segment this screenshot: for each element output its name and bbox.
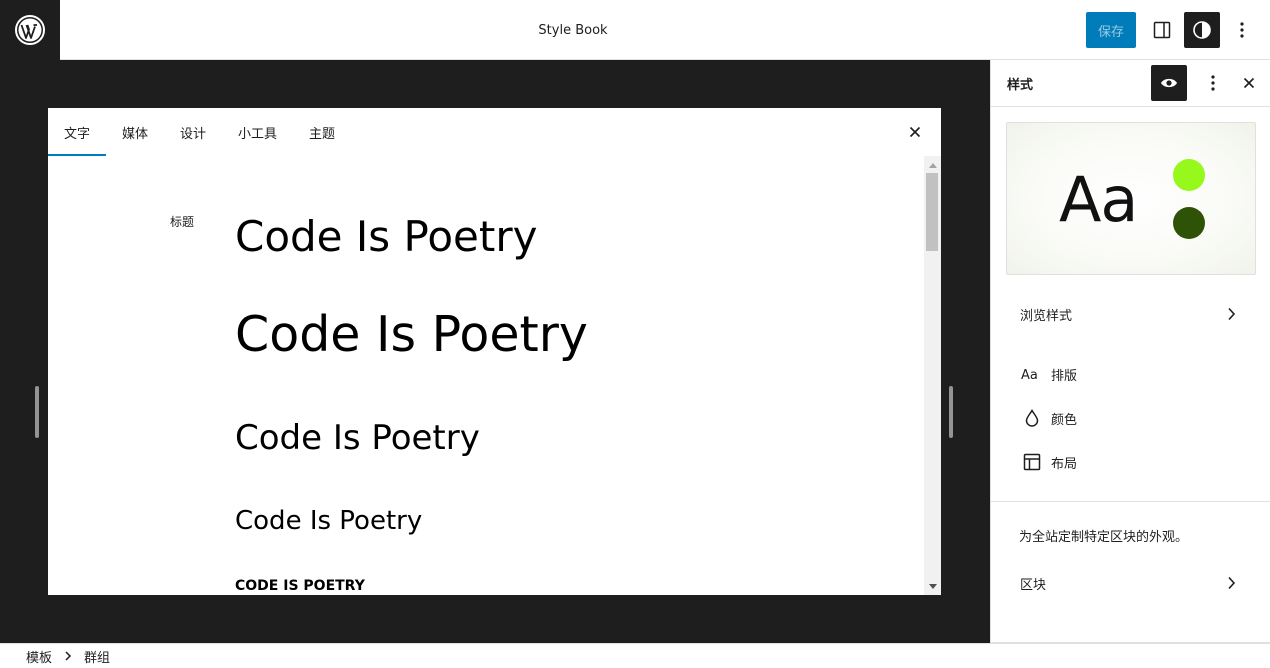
blocks-description: 为全站定制特定区块的外观。 xyxy=(1019,530,1189,545)
menu-item-label: 排版 xyxy=(1051,368,1078,384)
svg-text:Aa: Aa xyxy=(1021,368,1038,382)
resize-handle-right[interactable] xyxy=(949,386,953,438)
menu-item-typography[interactable]: Aa 排版 xyxy=(991,356,1270,392)
styles-sidebar: 样式 Aa 浏览样式 Aa 排版 颜色 布局 为全站定制特定区块的外观。 区块 xyxy=(990,60,1270,643)
style-book-panel: 文字 媒体 设计 小工具 主题 标题 Code Is Poetry Code I… xyxy=(48,108,941,595)
heading-sample-h2[interactable]: Code Is Poetry xyxy=(235,306,588,363)
blocks-button[interactable]: 区块 xyxy=(991,563,1270,603)
heading-sample-h5[interactable]: CODE IS POETRY xyxy=(235,578,365,594)
menu-item-layout[interactable]: 布局 xyxy=(991,444,1270,480)
heading-sample-h3[interactable]: Code Is Poetry xyxy=(235,418,480,458)
preview-color-swatch xyxy=(1173,159,1205,191)
tab-design[interactable]: 设计 xyxy=(180,108,206,156)
browse-styles-label: 浏览样式 xyxy=(1020,308,1073,324)
style-preview[interactable]: Aa xyxy=(1006,122,1256,275)
tab-text[interactable]: 文字 xyxy=(48,108,107,156)
layout-icon xyxy=(1021,452,1043,472)
tab-media[interactable]: 媒体 xyxy=(122,108,148,156)
chevron-right-icon xyxy=(1228,307,1236,321)
heading-sample-h4[interactable]: Code Is Poetry xyxy=(235,506,422,536)
more-vertical-icon[interactable] xyxy=(1197,67,1229,99)
breadcrumb-item-template[interactable]: 模板 xyxy=(26,644,52,668)
typography-aa-icon: Aa xyxy=(1021,364,1043,384)
style-book-content: 标题 Code Is Poetry Code Is Poetry Code Is… xyxy=(48,156,924,595)
top-toolbar: Style Book 保存 xyxy=(0,0,1270,60)
chevron-right-icon xyxy=(1228,576,1236,590)
preview-color-swatch xyxy=(1173,207,1205,239)
sidebar-header: 样式 xyxy=(991,60,1270,107)
scrollbar-thumb[interactable] xyxy=(926,173,938,251)
eye-icon[interactable] xyxy=(1151,65,1187,101)
scroll-down-icon[interactable] xyxy=(929,584,937,589)
heading-sample-h1[interactable]: Code Is Poetry xyxy=(235,212,537,261)
sidebar-toggle-icon[interactable] xyxy=(1144,12,1180,48)
save-button[interactable]: 保存 xyxy=(1086,12,1136,48)
breadcrumb: 模板 群组 xyxy=(0,643,1270,668)
blocks-label: 区块 xyxy=(1020,577,1047,593)
styles-half-circle-icon[interactable] xyxy=(1184,12,1220,48)
resize-handle-left[interactable] xyxy=(35,386,39,438)
divider xyxy=(991,501,1270,502)
menu-item-label: 布局 xyxy=(1051,456,1078,472)
droplet-icon xyxy=(1021,408,1043,428)
scroll-up-icon[interactable] xyxy=(929,163,937,168)
preview-sample-text: Aa xyxy=(1059,163,1138,236)
menu-item-label: 颜色 xyxy=(1051,412,1078,428)
style-book-tabs: 文字 媒体 设计 小工具 主题 xyxy=(48,108,941,156)
scrollbar[interactable] xyxy=(924,156,941,595)
sidebar-title: 样式 xyxy=(1007,78,1034,93)
breadcrumb-item-group[interactable]: 群组 xyxy=(84,644,110,668)
tab-widgets[interactable]: 小工具 xyxy=(238,108,277,156)
close-icon[interactable] xyxy=(1233,67,1265,99)
more-vertical-icon[interactable] xyxy=(1224,12,1260,48)
menu-item-colors[interactable]: 颜色 xyxy=(991,400,1270,436)
section-label-heading: 标题 xyxy=(170,215,195,229)
document-title[interactable]: Style Book xyxy=(0,0,1146,60)
chevron-right-icon xyxy=(65,651,72,661)
close-icon[interactable] xyxy=(903,120,927,144)
browse-styles-button[interactable]: 浏览样式 xyxy=(991,294,1270,334)
tab-theme[interactable]: 主题 xyxy=(309,108,335,156)
